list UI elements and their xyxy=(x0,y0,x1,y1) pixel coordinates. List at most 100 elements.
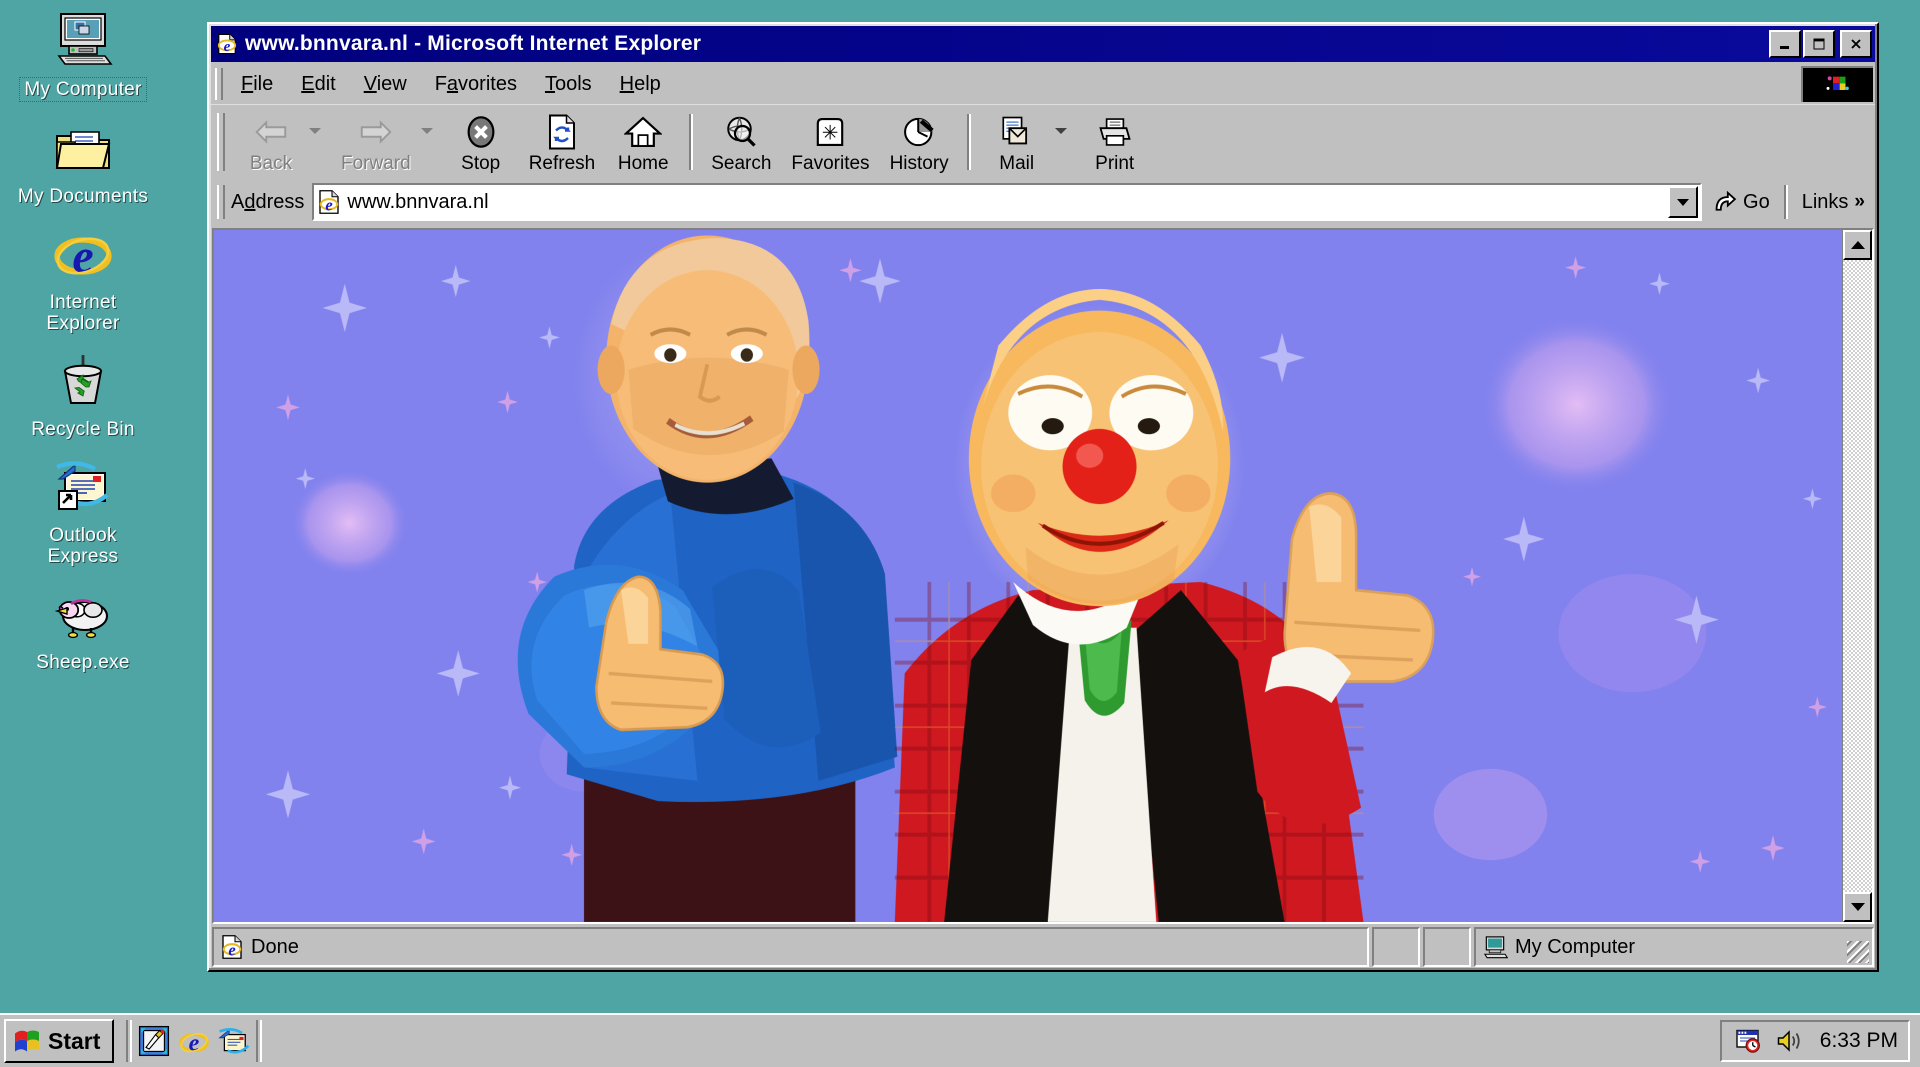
window-titlebar[interactable]: e www.bnnvara.nl - Microsoft Internet Ex… xyxy=(211,26,1875,62)
desktop-icon-internet-explorer[interactable]: e Internet Explorer xyxy=(7,222,159,335)
menu-edit[interactable]: Edit xyxy=(287,69,349,100)
mail-dropdown-button[interactable] xyxy=(1054,127,1077,156)
menu-tools[interactable]: Tools xyxy=(531,69,606,100)
address-dropdown-button[interactable] xyxy=(1668,186,1699,218)
window-controls xyxy=(1769,30,1872,58)
toolbar-button-label: Print xyxy=(1095,152,1135,174)
resize-grip[interactable] xyxy=(1847,941,1869,963)
menu-help[interactable]: Help xyxy=(606,69,675,100)
toolbar-button-label: History xyxy=(889,152,949,174)
scroll-down-arrow[interactable] xyxy=(1843,892,1872,922)
toolbar-favorites-button[interactable]: ✳ Favorites xyxy=(781,109,879,175)
toolbar-home-button[interactable]: Home xyxy=(605,109,681,175)
menubar-grip[interactable] xyxy=(215,68,223,100)
links-button[interactable]: Links » xyxy=(1792,182,1875,222)
window-title: www.bnnvara.nl - Microsoft Internet Expl… xyxy=(245,32,702,55)
taskbar: Start e 6:33 PM xyxy=(0,1013,1920,1067)
go-label: Go xyxy=(1743,190,1770,213)
desktop-icon-label: Recycle Bin xyxy=(31,419,135,440)
status-pane-2 xyxy=(1372,927,1420,967)
menu-view[interactable]: View xyxy=(350,69,421,100)
toolbar-history-button[interactable]: History xyxy=(880,109,959,175)
toolbar-print-button[interactable]: Print xyxy=(1077,109,1153,175)
links-separator xyxy=(1783,185,1788,219)
browser-content-area xyxy=(212,228,1874,924)
svg-text:e: e xyxy=(228,940,235,959)
toolbar-button-label: Mail xyxy=(999,152,1035,174)
minimize-button[interactable] xyxy=(1769,30,1801,58)
desktop-icon-my-documents[interactable]: My Documents xyxy=(7,116,159,208)
refresh-page-icon xyxy=(547,112,577,152)
start-button[interactable]: Start xyxy=(4,1019,115,1063)
internet-explorer-icon[interactable]: e xyxy=(178,1025,210,1057)
desktop-icon-recycle-bin[interactable]: Recycle Bin xyxy=(7,349,159,441)
toolbar-refresh-button[interactable]: Refresh xyxy=(519,109,606,175)
vertical-scrollbar[interactable] xyxy=(1842,230,1872,922)
go-arrow-icon xyxy=(1712,190,1738,214)
my-computer-icon xyxy=(51,8,115,72)
bnnvara-page-graphic xyxy=(214,230,1842,922)
go-button[interactable]: Go xyxy=(1702,182,1782,222)
my-computer-small-icon xyxy=(1482,935,1508,959)
task-scheduler-icon[interactable] xyxy=(1734,1026,1764,1056)
internet-explorer-window: e www.bnnvara.nl - Microsoft Internet Ex… xyxy=(207,22,1879,972)
desktop-icon-label: Sheep.exe xyxy=(36,652,130,673)
toolbar-forward-button[interactable]: Forward xyxy=(331,109,421,175)
system-tray: 6:33 PM xyxy=(1719,1020,1910,1062)
toolbar-button-label: Back xyxy=(249,152,293,174)
menu-bar: File Edit View Favorites Tools Help xyxy=(211,64,1875,104)
history-clock-icon xyxy=(901,112,937,152)
show-desktop-icon[interactable] xyxy=(138,1025,170,1057)
desktop-icon-label: My Documents xyxy=(17,186,149,207)
toolbar-grip[interactable] xyxy=(217,112,225,171)
outlook-express-icon[interactable] xyxy=(218,1025,250,1057)
svg-text:✳: ✳ xyxy=(822,122,839,144)
toolbar-button-label: Favorites xyxy=(791,152,870,174)
status-pane-3 xyxy=(1423,927,1471,967)
quick-launch-bar: e xyxy=(138,1025,250,1057)
status-bar: e Done My Computer xyxy=(212,927,1874,967)
address-bar: Address e Go xyxy=(211,178,1875,226)
chevron-double-right-icon: » xyxy=(1854,191,1865,212)
toolbar-search-button[interactable]: Search xyxy=(701,109,781,175)
maximize-button[interactable] xyxy=(1803,30,1835,58)
scrollbar-trough[interactable] xyxy=(1843,260,1872,892)
close-button[interactable] xyxy=(1840,30,1872,58)
security-zone-label: My Computer xyxy=(1515,935,1636,958)
favorites-folder-star-icon: ✳ xyxy=(813,112,847,152)
desktop-icon-sheep[interactable]: Sheep.exe xyxy=(7,582,159,674)
web-page-image[interactable] xyxy=(214,230,1842,922)
addressbar-grip[interactable] xyxy=(217,185,225,219)
address-label: Address xyxy=(231,190,305,213)
toolbar-button-label: Refresh xyxy=(528,152,596,174)
taskbar-clock[interactable]: 6:33 PM xyxy=(1820,1029,1898,1053)
recycle-bin-icon xyxy=(51,349,115,413)
menu-items: File Edit View Favorites Tools Help xyxy=(227,64,1801,104)
desktop-icon-outlook-express[interactable]: Outlook Express xyxy=(7,455,159,568)
windows-flag-icon xyxy=(12,1027,42,1055)
toolbar-button-label: Home xyxy=(617,152,669,174)
address-input[interactable] xyxy=(347,190,1669,214)
svg-text:e: e xyxy=(224,39,231,55)
desktop-icon-my-computer[interactable]: My Computer xyxy=(7,8,159,102)
internet-explorer-document-icon: e xyxy=(216,33,238,55)
home-house-icon xyxy=(624,112,663,152)
security-zone-pane[interactable]: My Computer xyxy=(1474,927,1874,967)
menu-file[interactable]: File xyxy=(227,69,287,100)
my-documents-icon xyxy=(51,116,115,180)
toolbar-stop-button[interactable]: Stop xyxy=(443,109,519,175)
desktop-icon-label: My Computer xyxy=(19,77,147,102)
forward-dropdown-button[interactable] xyxy=(420,127,443,156)
address-field-wrapper[interactable]: e xyxy=(312,183,1703,221)
toolbar-back-button[interactable]: Back xyxy=(233,109,309,175)
links-label: Links xyxy=(1801,190,1849,213)
volume-speaker-icon[interactable] xyxy=(1774,1026,1804,1056)
status-message-pane: e Done xyxy=(212,927,1369,967)
scroll-up-arrow[interactable] xyxy=(1843,230,1872,260)
toolbar-mail-button[interactable]: Mail xyxy=(979,109,1055,175)
menu-favorites[interactable]: Favorites xyxy=(421,69,531,100)
back-arrow-icon xyxy=(252,112,290,152)
internet-explorer-document-icon: e xyxy=(220,934,244,960)
toolbar-button-label: Search xyxy=(711,152,772,174)
back-dropdown-button[interactable] xyxy=(309,127,331,156)
